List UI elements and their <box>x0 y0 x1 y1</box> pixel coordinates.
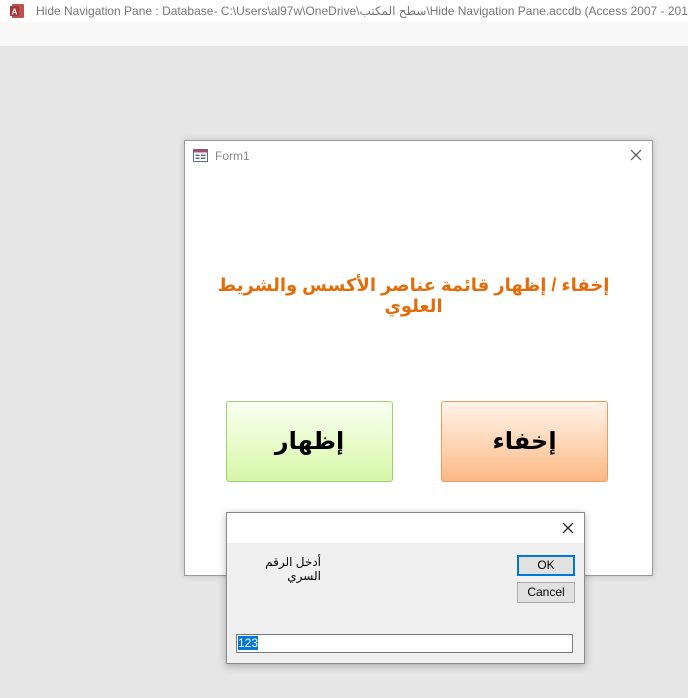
password-input[interactable]: 123 <box>236 634 573 653</box>
form1-window: Form1 إخفاء / إظهار قائمة عناصر الأكسس و… <box>184 140 653 576</box>
window-titlebar: A Hide Navigation Pane : Database- C:\Us… <box>0 0 688 23</box>
access-app-icon: A <box>10 4 24 18</box>
svg-text:A: A <box>12 8 18 17</box>
hide-button[interactable]: إخفاء <box>441 401 608 482</box>
ribbon-area <box>0 22 688 46</box>
show-button[interactable]: إظهار <box>226 401 393 482</box>
password-input-value: 123 <box>238 636 259 650</box>
cancel-button[interactable]: Cancel <box>517 582 575 603</box>
window-title: Hide Navigation Pane : Database- C:\User… <box>36 4 688 18</box>
form-icon <box>193 149 208 162</box>
ok-button[interactable]: OK <box>517 555 575 576</box>
dialog-prompt: أدخل الرقم السري <box>265 555 321 583</box>
password-dialog: أدخل الرقم السري OK Cancel 123 <box>226 512 585 664</box>
close-icon[interactable] <box>628 147 644 163</box>
form1-heading: إخفاء / إظهار قائمة عناصر الأكسس والشريط… <box>217 275 610 316</box>
form1-title: Form1 <box>215 149 250 163</box>
close-icon[interactable] <box>560 520 576 536</box>
dialog-titlebar <box>227 513 584 543</box>
